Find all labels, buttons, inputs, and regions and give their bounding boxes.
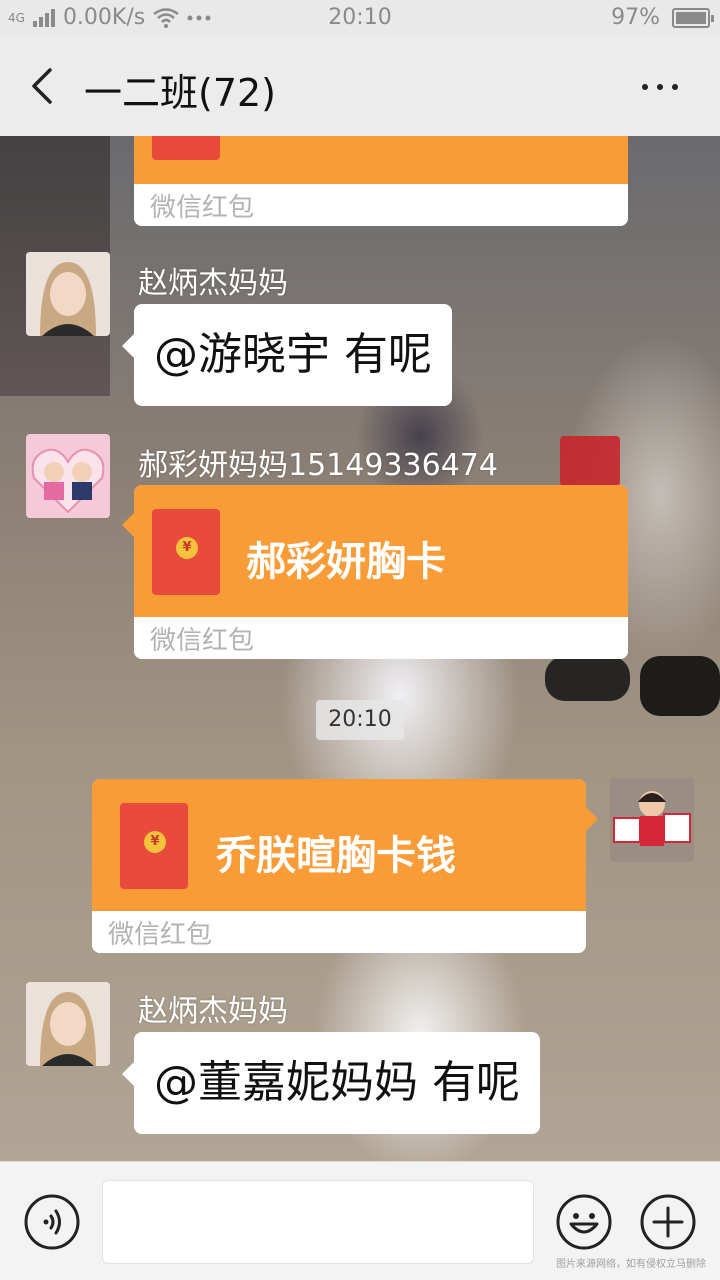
red-envelope-icon: ¥ [120, 803, 188, 889]
text-message-bubble[interactable]: @董嘉妮妈妈 有呢 [122, 1032, 540, 1134]
sender-name: 郝彩妍妈妈15149336474 [138, 448, 498, 483]
input-bar: 图片来源网络，如有侵权立马删除 [0, 1161, 720, 1280]
battery-icon [672, 7, 714, 28]
background-object [560, 436, 620, 486]
chat-title: 一二班(72) [84, 71, 277, 115]
sender-name: 赵炳杰妈妈 [138, 266, 288, 301]
text-message-bubble[interactable]: @游晓宇 有呢 [122, 304, 452, 406]
red-packet-label: 微信红包 [134, 617, 628, 659]
back-icon[interactable] [22, 64, 62, 108]
woman-avatar-icon [26, 252, 110, 336]
more-options-icon[interactable] [640, 72, 680, 100]
red-envelope-icon [152, 136, 220, 160]
kids-avatar-icon [26, 434, 110, 518]
avatar[interactable] [610, 778, 694, 862]
message-input[interactable] [102, 1180, 534, 1264]
avatar[interactable] [26, 434, 110, 518]
voice-icon[interactable] [24, 1194, 80, 1250]
red-packet-title: 乔朕暄胸卡钱 [216, 833, 456, 879]
plus-icon[interactable] [640, 1194, 696, 1250]
emoji-icon[interactable] [556, 1194, 612, 1250]
chat-header: 一二班(72) [0, 36, 720, 136]
yuan-coin-icon: ¥ [144, 831, 166, 853]
watermark-text: 图片来源网络，如有侵权立马删除 [556, 1259, 706, 1270]
status-bar: 4G 0.00K/s 20:10 97% [0, 0, 720, 36]
avatar[interactable] [26, 252, 110, 336]
sender-name: 赵炳杰妈妈 [138, 994, 288, 1029]
time-separator: 20:10 [316, 700, 404, 740]
child-certificate-avatar-icon [610, 778, 694, 862]
red-packet-message[interactable]: 微信红包 [134, 136, 628, 226]
background-shoe [640, 656, 720, 716]
red-packet-label: 微信红包 [92, 911, 586, 953]
red-envelope-icon: ¥ [152, 509, 220, 595]
red-packet-message[interactable]: ¥ 郝彩妍胸卡 微信红包 [122, 485, 628, 659]
battery-percent: 97% [611, 5, 660, 30]
yuan-coin-icon: ¥ [176, 537, 198, 559]
avatar[interactable] [26, 982, 110, 1066]
red-packet-message[interactable]: ¥ 乔朕暄胸卡钱 微信红包 [92, 779, 598, 953]
woman-avatar-icon [26, 982, 110, 1066]
red-packet-title: 郝彩妍胸卡 [246, 539, 446, 585]
red-packet-label: 微信红包 [134, 184, 628, 226]
background-shoe [545, 656, 630, 701]
